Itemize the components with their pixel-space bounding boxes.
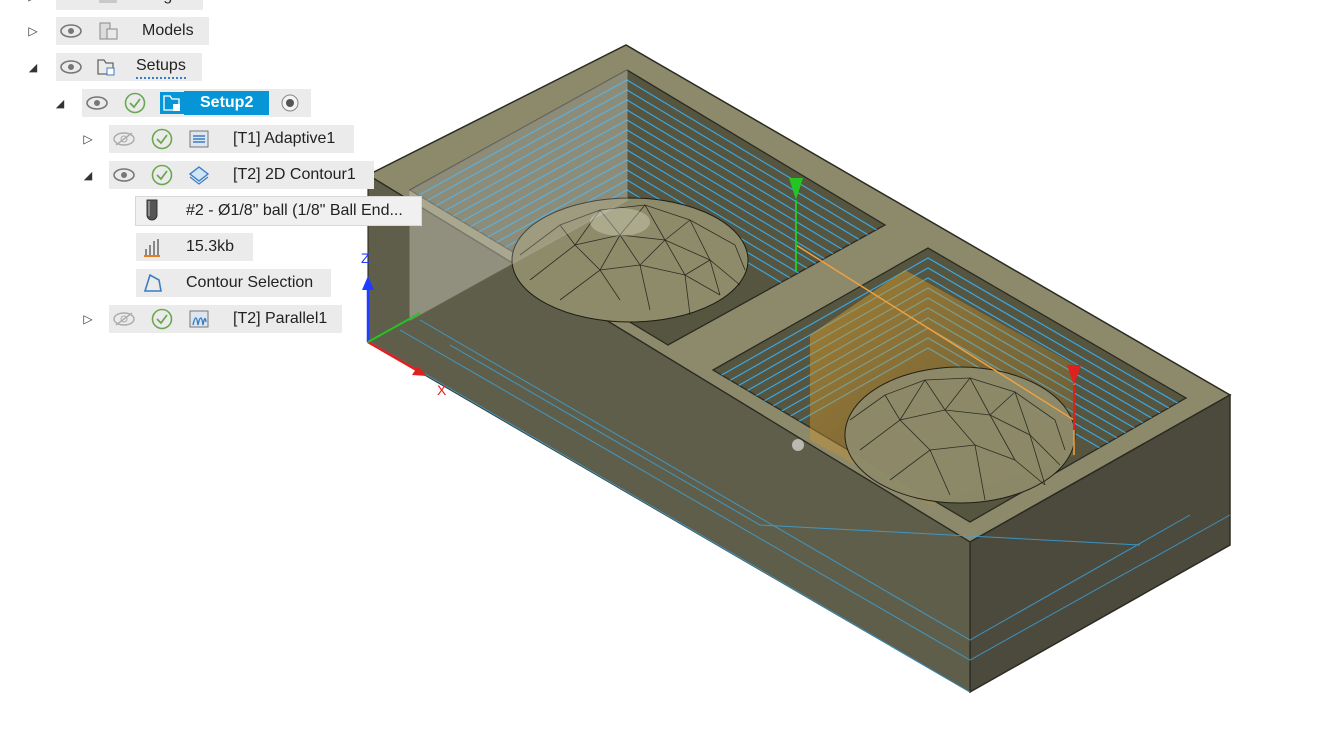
models-folder-icon [97,20,119,42]
eye-icon[interactable] [60,56,82,78]
tree-row-parallel1[interactable]: ▷ [T2] Parallel1 [0,305,350,333]
ball-end-tool-icon [141,199,163,222]
eye-icon[interactable] [60,20,82,42]
chevron-down-icon[interactable]: ◢ [53,96,67,110]
tree-row-tool[interactable]: #2 - Ø1/8" ball (1/8" Ball End... [0,197,430,225]
tree-label-nc-size: 15.3kb [186,238,235,255]
tree-label-2d-contour1: [T2] 2D Contour1 [233,166,356,183]
parallel-operation-icon [188,308,210,330]
eye-hidden-icon[interactable] [113,128,135,150]
active-setup-radio-icon[interactable] [279,92,301,114]
tree-label-tool: #2 - Ø1/8" ball (1/8" Ball End... [186,202,403,219]
eye-icon[interactable] [86,92,108,114]
tree-label-parallel1: [T2] Parallel1 [233,310,328,327]
chevron-down-icon[interactable]: ◢ [81,168,95,182]
chevron-right-icon[interactable]: ▷ [81,312,95,326]
tree-label-contour-selection: Contour Selection [186,274,314,291]
tree-row-nc-size[interactable]: 15.3kb [0,233,260,261]
chevron-right-icon[interactable]: ▷ [26,24,40,38]
check-icon [124,92,146,114]
tree-label-models: Models [142,22,194,39]
tree-row-setups[interactable]: ◢ Setups [0,53,220,81]
chevron-right-icon[interactable]: ▷ [26,0,40,3]
browser-tree: ▷ Origin ▷ Models ◢ Setups ◢ [0,0,430,345]
file-size-icon [141,236,163,258]
eye-hidden-icon[interactable] [113,308,135,330]
eye-icon[interactable] [113,164,135,186]
contour-operation-icon [188,164,210,186]
setup-icon [160,92,184,114]
check-icon [151,308,173,330]
chevron-right-icon[interactable]: ▷ [81,132,95,146]
tree-row-setup2[interactable]: ◢ Setup2 [0,89,320,117]
setups-folder-icon [95,56,117,78]
chevron-down-icon[interactable]: ◢ [26,60,40,74]
tree-row-models[interactable]: ▷ Models [0,17,220,45]
tree-label-setups: Setups [136,55,186,79]
tree-row-adaptive1[interactable]: ▷ [T1] Adaptive1 [0,125,360,153]
origin-icon [97,0,119,7]
contour-icon [141,272,163,294]
tree-label-setup2: Setup2 [184,91,270,115]
tree-row-contour-selection[interactable]: Contour Selection [0,269,340,297]
tree-row-2d-contour1[interactable]: ◢ [T2] 2D Contour1 [0,161,380,189]
tree-label-origin: Origin [142,0,185,10]
check-icon [151,128,173,150]
tree-row-origin[interactable]: ▷ Origin [0,0,220,10]
tree-label-adaptive1: [T1] Adaptive1 [233,130,336,147]
adaptive-operation-icon [188,128,210,150]
check-icon [151,164,173,186]
x-axis-label: X [437,382,447,398]
